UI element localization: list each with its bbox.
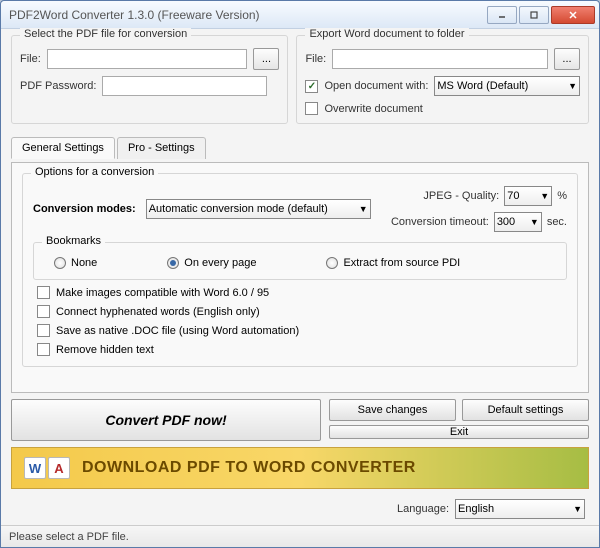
compat-checkbox-row[interactable]: Make images compatible with Word 6.0 / 9… [37,286,563,299]
overwrite-label: Overwrite document [324,103,422,115]
select-pdf-title: Select the PDF file for conversion [20,28,191,40]
jpeg-unit: % [557,190,567,202]
timeout-label: Conversion timeout: [391,216,489,228]
checkbox-icon [37,286,50,299]
banner-icons: W A [24,457,70,479]
chevron-down-icon: ▼ [530,217,539,227]
password-label: PDF Password: [20,80,96,92]
jpeg-quality-select[interactable]: 70▼ [504,186,552,206]
jpeg-quality-label: JPEG - Quality: [423,190,499,202]
native-checkbox-row[interactable]: Save as native .DOC file (using Word aut… [37,324,563,337]
chevron-down-icon: ▼ [540,191,549,201]
bookmarks-group: Bookmarks None On every page Extract fro… [33,242,567,280]
tabs: General Settings Pro - Settings [11,136,589,158]
conversion-mode-select[interactable]: Automatic conversion mode (default)▼ [146,199,371,219]
conversion-modes-label: Conversion modes: [33,203,136,215]
export-file-input[interactable] [332,49,548,69]
export-browse-button[interactable]: ... [554,48,580,70]
banner-text: DOWNLOAD PDF TO WORD CONVERTER [82,459,416,477]
language-label: Language: [397,503,449,515]
conversion-options-title: Options for a conversion [31,166,158,178]
export-file-label: File: [305,53,326,65]
pdf-browse-button[interactable]: ... [253,48,279,70]
exit-button[interactable]: Exit [329,425,589,439]
minimize-button[interactable] [487,6,517,24]
tab-panel: Options for a conversion Conversion mode… [11,162,589,393]
language-select[interactable]: English▼ [455,499,585,519]
word-icon: W [24,457,46,479]
open-with-checkbox[interactable] [305,80,318,93]
app-window: PDF2Word Converter 1.3.0 (Freeware Versi… [0,0,600,548]
content-area: Select the PDF file for conversion File:… [1,29,599,525]
file-label: File: [20,53,41,65]
export-group: Export Word document to folder File: ...… [296,35,589,124]
hidden-checkbox-row[interactable]: Remove hidden text [37,343,563,356]
chevron-down-icon: ▼ [573,504,582,514]
titlebar: PDF2Word Converter 1.3.0 (Freeware Versi… [1,1,599,29]
hyphen-checkbox-row[interactable]: Connect hyphenated words (English only) [37,305,563,318]
tab-general[interactable]: General Settings [11,137,115,159]
default-settings-button[interactable]: Default settings [462,399,589,421]
bookmarks-title: Bookmarks [42,235,105,247]
ellipsis-icon: ... [562,53,571,65]
window-title: PDF2Word Converter 1.3.0 (Freeware Versi… [9,8,485,22]
maximize-button[interactable] [519,6,549,24]
download-banner[interactable]: W A DOWNLOAD PDF TO WORD CONVERTER [11,447,589,489]
window-controls [485,6,595,24]
pdf-icon: A [48,457,70,479]
checkbox-icon [37,305,50,318]
checkbox-icon [37,324,50,337]
radio-icon [54,257,66,269]
checkbox-icon [37,343,50,356]
timeout-select[interactable]: 300▼ [494,212,542,232]
bookmarks-every-radio[interactable]: On every page [167,257,256,269]
timeout-unit: sec. [547,216,567,228]
bookmarks-none-radio[interactable]: None [54,257,97,269]
chevron-down-icon: ▼ [359,204,368,214]
ellipsis-icon: ... [262,53,271,65]
radio-icon [167,257,179,269]
radio-icon [326,257,338,269]
close-button[interactable] [551,6,595,24]
status-text: Please select a PDF file. [9,531,129,543]
convert-button[interactable]: Convert PDF now! [11,399,321,441]
export-title: Export Word document to folder [305,28,468,40]
pdf-password-input[interactable] [102,76,267,96]
status-bar: Please select a PDF file. [1,525,599,547]
bookmarks-extract-radio[interactable]: Extract from source PDI [326,257,460,269]
overwrite-checkbox[interactable] [305,102,318,115]
open-with-select[interactable]: MS Word (Default)▼ [434,76,580,96]
open-with-label: Open document with: [324,80,428,92]
chevron-down-icon: ▼ [568,81,577,91]
pdf-file-input[interactable] [47,49,248,69]
tab-pro[interactable]: Pro - Settings [117,137,206,159]
select-pdf-group: Select the PDF file for conversion File:… [11,35,288,124]
save-changes-button[interactable]: Save changes [329,399,456,421]
conversion-options-group: Options for a conversion Conversion mode… [22,173,578,367]
